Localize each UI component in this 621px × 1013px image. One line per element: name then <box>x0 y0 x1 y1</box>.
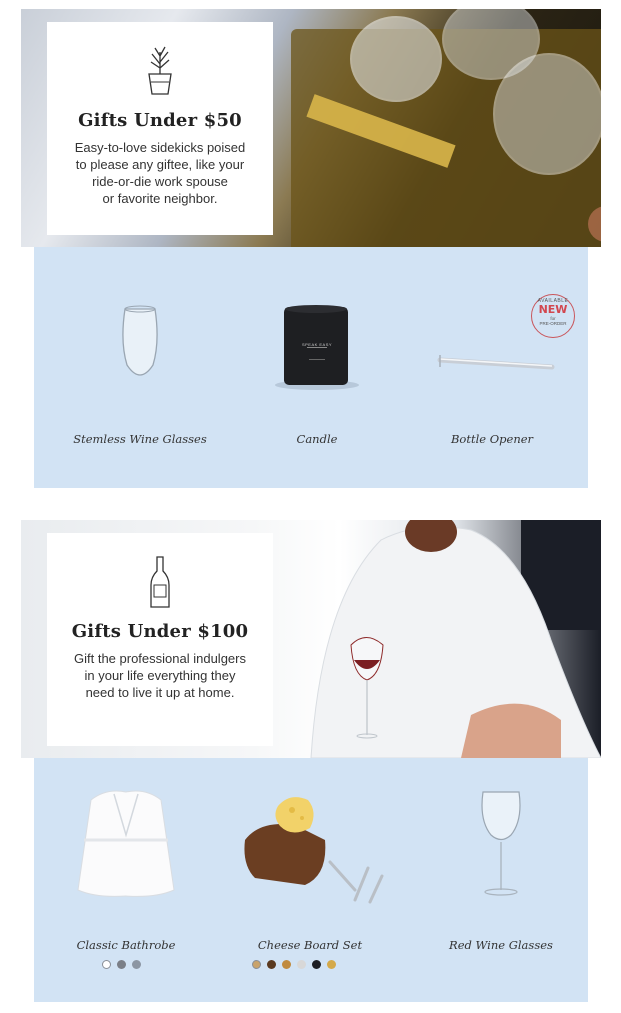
product-cheese-board-set[interactable]: Cheese Board Set <box>220 780 400 980</box>
product-label[interactable]: Classic Bathrobe <box>36 938 216 952</box>
section-title: Gifts Under $100 <box>71 621 249 642</box>
color-swatch-gray[interactable] <box>117 960 126 969</box>
section-title: Gifts Under $50 <box>78 110 242 131</box>
color-swatch-slate[interactable] <box>132 960 141 969</box>
products-panel-under-50: Stemless Wine Glasses SPEAK EASY Candle … <box>34 247 588 488</box>
product-label[interactable]: Cheese Board Set <box>220 938 400 952</box>
products-panel-under-100: Classic Bathrobe Cheese Board Set Red Wi… <box>34 758 588 1002</box>
product-red-wine-glasses[interactable]: Red Wine Glasses <box>411 780 591 980</box>
red-wine-glass-image <box>481 791 521 896</box>
wine-bottle-icon <box>150 556 170 608</box>
hero-image-gifts-under-50[interactable]: Gifts Under $50 Easy-to-love sidekicks p… <box>21 9 601 247</box>
product-label[interactable]: Candle <box>227 432 407 446</box>
hero-card: Gifts Under $50 Easy-to-love sidekicks p… <box>47 22 273 235</box>
color-swatch-1[interactable] <box>252 960 261 969</box>
color-swatch-white[interactable] <box>102 960 111 969</box>
color-swatch-6[interactable] <box>327 960 336 969</box>
stemless-wine-glass-image <box>122 305 158 376</box>
bathrobe-image <box>77 790 175 897</box>
plant-icon <box>148 46 172 95</box>
color-swatch-4[interactable] <box>297 960 306 969</box>
badge-main-text: NEW <box>538 303 568 316</box>
cheese-board-color-swatches <box>252 960 336 969</box>
product-stemless-wine-glasses[interactable]: Stemless Wine Glasses <box>50 297 230 457</box>
email-page: Gifts Under $50 Easy-to-love sidekicks p… <box>0 0 621 1013</box>
badge-bottom-text: PRE-ORDER <box>539 321 567 326</box>
color-swatch-2[interactable] <box>267 960 276 969</box>
section-description: Gift the professional indulgers in your … <box>74 651 246 700</box>
product-classic-bathrobe[interactable]: Classic Bathrobe <box>36 780 216 980</box>
cheese-board-image <box>244 797 384 904</box>
product-label[interactable]: Bottle Opener <box>402 432 582 446</box>
color-swatch-5[interactable] <box>312 960 321 969</box>
product-label[interactable]: Red Wine Glasses <box>411 938 591 952</box>
hero-image-gifts-under-100[interactable]: Gifts Under $100 Gift the professional i… <box>21 520 601 758</box>
new-preorder-badge: AVAILABLE NEW for PRE-ORDER <box>531 294 575 338</box>
product-label[interactable]: Stemless Wine Glasses <box>50 432 230 446</box>
candle-image <box>275 305 359 390</box>
candle-brand-text: SPEAK EASY <box>301 342 333 347</box>
hero-card: Gifts Under $100 Gift the professional i… <box>47 533 273 746</box>
product-candle[interactable]: SPEAK EASY Candle <box>227 297 407 457</box>
color-swatch-3[interactable] <box>282 960 291 969</box>
bathrobe-color-swatches <box>102 960 141 969</box>
section-description: Easy-to-love sidekicks poised to please … <box>74 140 246 206</box>
